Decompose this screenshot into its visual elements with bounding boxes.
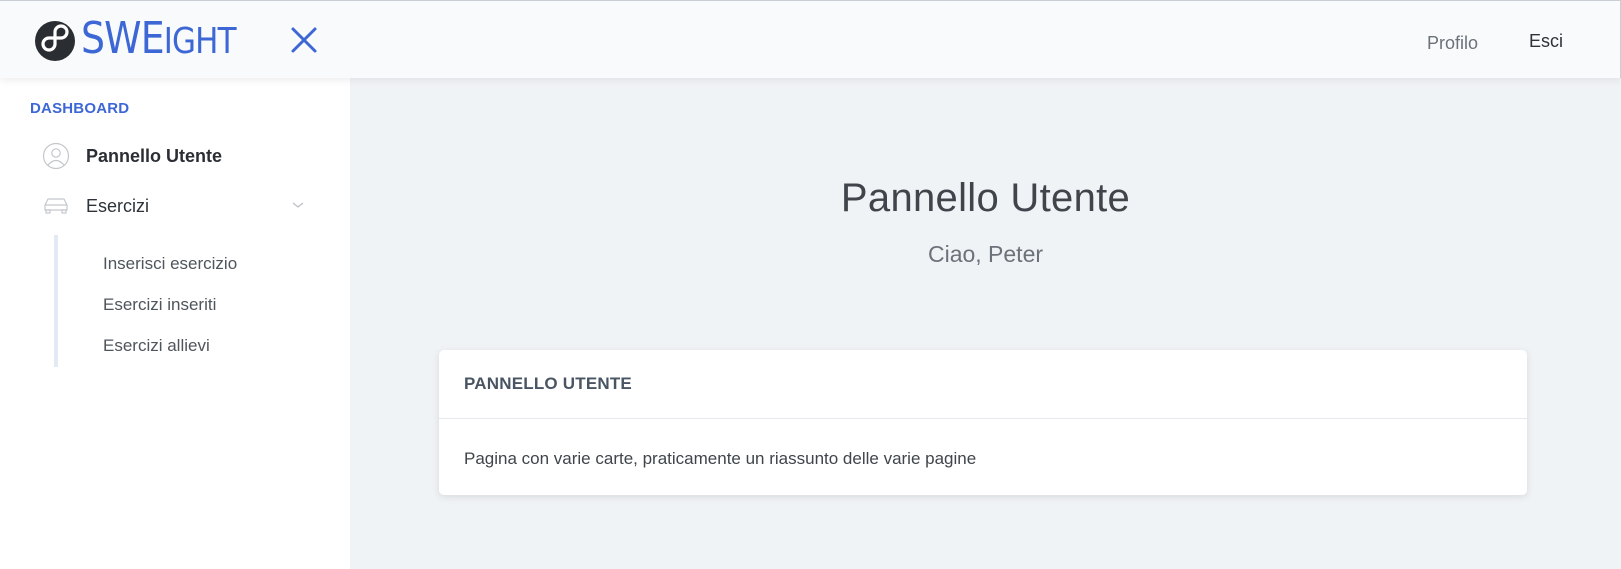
nav-profile-link[interactable]: Profilo xyxy=(1427,33,1478,54)
card-body: Pagina con varie carte, praticamente un … xyxy=(464,449,977,468)
summary-card: PANNELLO UTENTE Pagina con varie carte, … xyxy=(439,350,1527,495)
logo-mark-icon xyxy=(35,20,75,61)
top-navbar: SWEIGHT Profilo Esci xyxy=(0,0,1621,78)
card-header: PANNELLO UTENTE xyxy=(439,350,1527,419)
user-circle-icon xyxy=(42,142,70,170)
submenu-item-esercizi-inseriti[interactable]: Esercizi inseriti xyxy=(103,295,216,315)
page-subtitle: Ciao, Peter xyxy=(927,241,1044,267)
brand-name-large: SWE xyxy=(81,13,165,64)
brand-name: SWEIGHT xyxy=(81,17,237,64)
brand-logo[interactable]: SWEIGHT xyxy=(34,17,261,64)
submenu-item-inserisci-esercizio[interactable]: Inserisci esercizio xyxy=(103,254,237,274)
sidebar-item-esercizi[interactable]: Esercizi xyxy=(0,186,350,226)
sidebar-item-label: Pannello Utente xyxy=(86,146,223,166)
close-icon[interactable] xyxy=(287,23,321,57)
submenu-item-esercizi-allievi[interactable]: Esercizi allievi xyxy=(103,336,210,356)
nav-logout-link[interactable]: Esci xyxy=(1529,31,1563,52)
sidebar-item-label: Esercizi xyxy=(86,196,150,216)
main-content: Pannello Utente Ciao, Peter PANNELLO UTE… xyxy=(350,78,1621,569)
sidebar-submenu-esercizi: Inserisci esercizio Esercizi inseriti Es… xyxy=(54,235,334,367)
chevron-down-icon[interactable] xyxy=(290,200,306,210)
sidebar-section-title: DASHBOARD xyxy=(30,100,130,117)
car-icon xyxy=(44,198,68,214)
sidebar: DASHBOARD Pannello Utente Esercizi Inser… xyxy=(0,78,350,569)
sidebar-item-pannello-utente[interactable]: Pannello Utente xyxy=(0,136,350,176)
brand-name-small: IGHT xyxy=(163,21,237,62)
page-title: Pannello Utente xyxy=(840,176,1131,220)
